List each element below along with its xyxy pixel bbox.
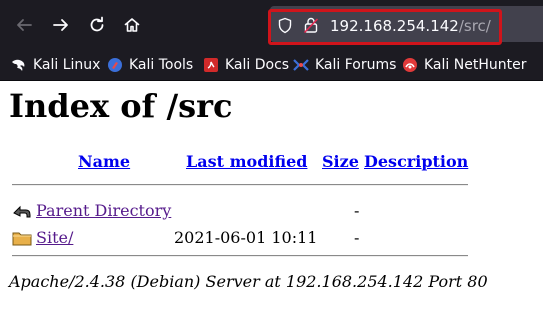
row-size: -: [354, 201, 360, 220]
server-signature: Apache/2.4.38 (Debian) Server at 192.168…: [9, 272, 488, 291]
forward-arrow-icon: [53, 19, 68, 31]
bookmark-kali-linux[interactable]: Kali Linux: [11, 55, 100, 75]
nethunter-icon: [402, 57, 418, 73]
kali-forums-icon: [293, 57, 309, 73]
row-last-modified: 2021-06-01 10:11: [174, 228, 318, 247]
bookmark-kali-nethunter[interactable]: Kali NetHunter: [402, 55, 526, 75]
column-header-size[interactable]: Size: [322, 152, 359, 171]
back-folder-icon: [13, 205, 31, 218]
reload-icon: [90, 16, 104, 32]
bookmark-label: Kali Linux: [33, 57, 101, 73]
row-size: -: [354, 228, 360, 247]
back-arrow-icon: [17, 19, 32, 31]
bookmarks-bar: Kali Linux Kali Tools Kali Docs Kali For…: [0, 50, 543, 81]
kali-docs-icon: [203, 57, 219, 73]
url-host: 192.168.254.142: [330, 17, 459, 35]
bookmark-label: Kali Forums: [315, 57, 397, 73]
reload-button[interactable]: [85, 13, 109, 37]
bookmark-kali-forums[interactable]: Kali Forums: [293, 55, 396, 75]
column-header-description[interactable]: Description: [364, 152, 468, 171]
forward-button[interactable]: [49, 13, 73, 37]
tracking-shield-icon[interactable]: [276, 16, 294, 34]
folder-icon: [12, 232, 32, 246]
home-icon: [124, 18, 140, 32]
bookmark-label: Kali Tools: [129, 57, 194, 73]
browser-toolbar: 192.168.254.142/src/: [0, 0, 543, 50]
column-header-name[interactable]: Name: [78, 152, 130, 171]
url-text[interactable]: 192.168.254.142/src/: [330, 17, 491, 35]
back-button[interactable]: [12, 13, 36, 37]
table-divider-bottom: [12, 255, 468, 257]
page-title: Index of /src: [9, 87, 233, 125]
bookmark-label: Kali Docs: [225, 57, 290, 73]
kali-tools-icon: [107, 57, 123, 73]
parent-directory-link[interactable]: Parent Directory: [36, 201, 171, 220]
url-path: /src/: [458, 17, 491, 35]
bookmark-label: Kali NetHunter: [424, 57, 527, 73]
home-button[interactable]: [120, 13, 144, 37]
column-header-last-modified[interactable]: Last modified: [186, 152, 307, 171]
page-content: Index of /src Name Last modified Size De…: [0, 81, 543, 335]
kali-dragon-icon: [11, 57, 27, 73]
insecure-lock-icon[interactable]: [302, 16, 320, 34]
bookmark-kali-docs[interactable]: Kali Docs: [203, 55, 289, 75]
bookmark-kali-tools[interactable]: Kali Tools: [107, 55, 193, 75]
table-divider-top: [12, 184, 468, 186]
site-folder-link[interactable]: Site/: [36, 228, 73, 247]
